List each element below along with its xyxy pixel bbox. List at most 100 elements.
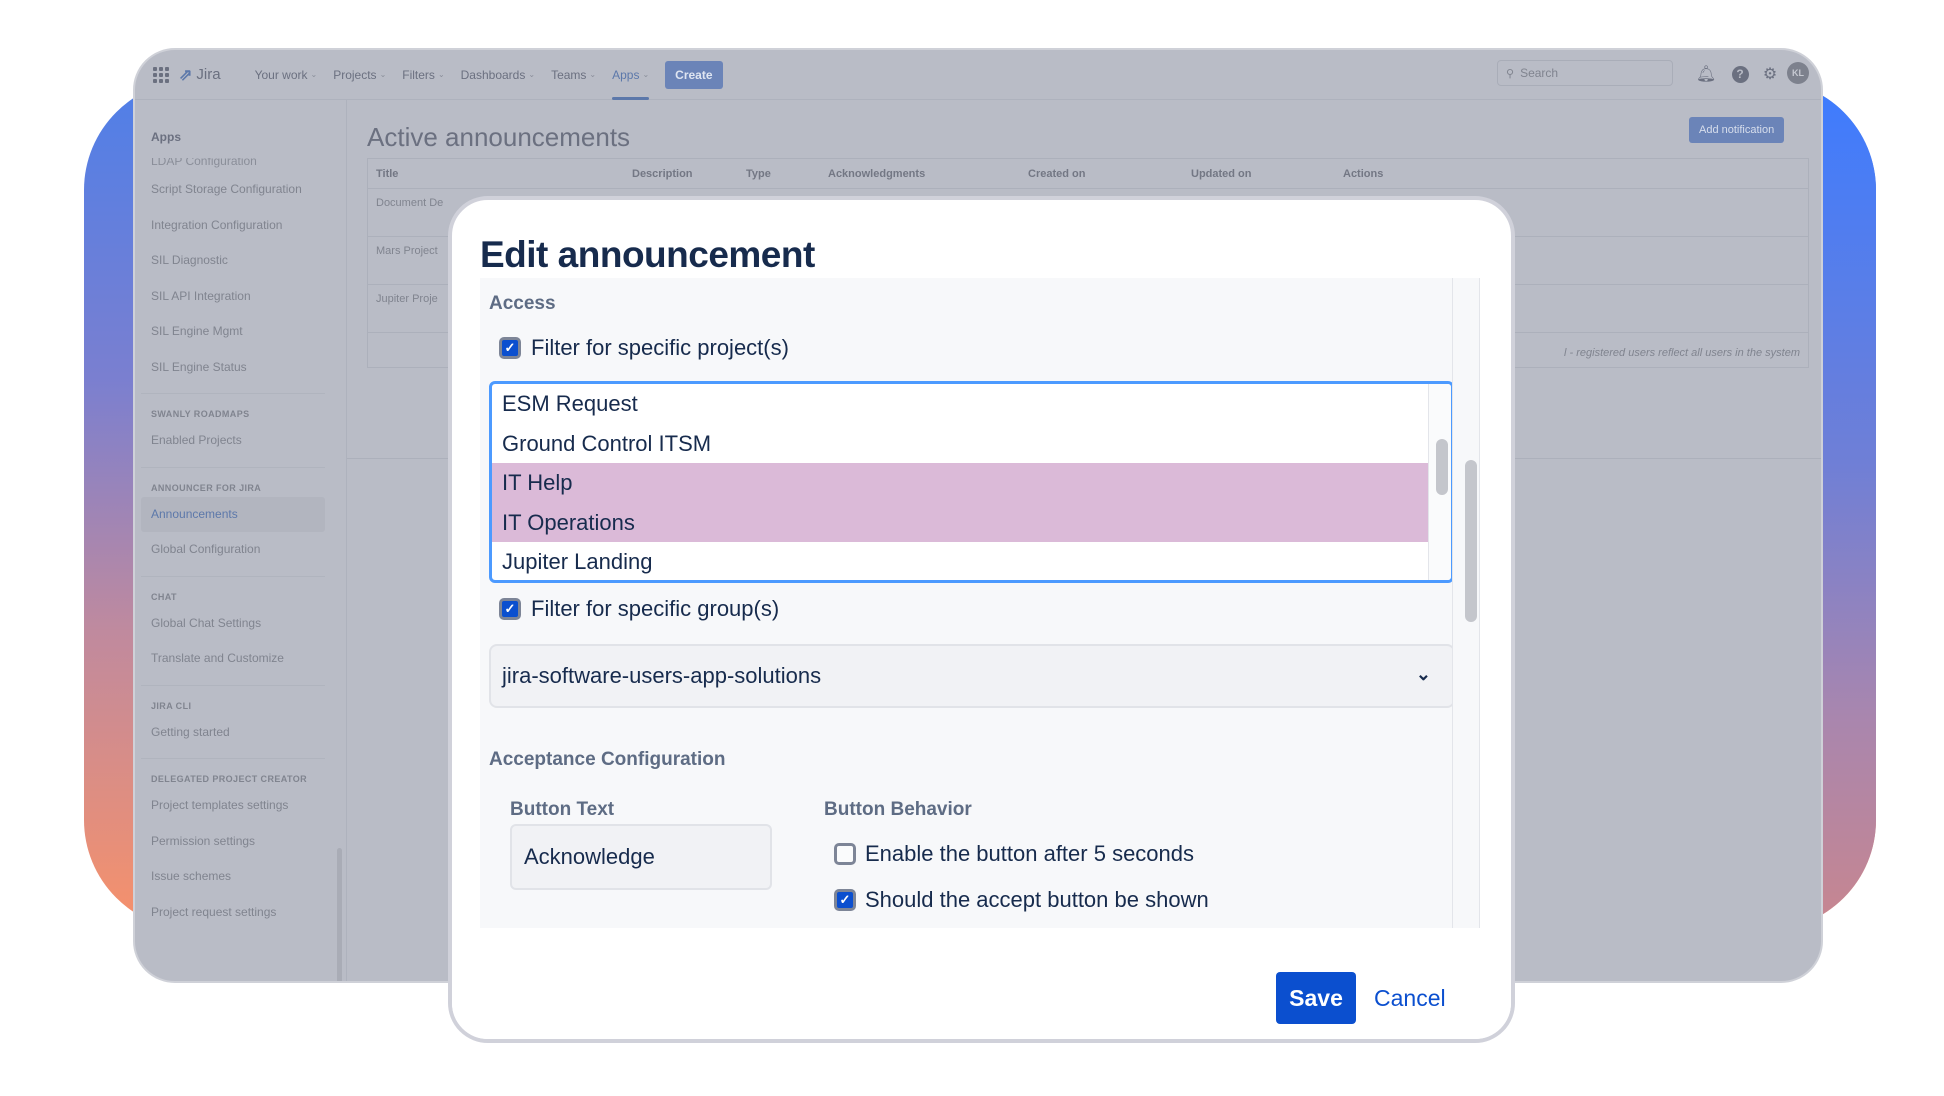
- sidebar-title: Apps: [151, 130, 181, 144]
- add-notification-button[interactable]: Add notification: [1689, 117, 1785, 143]
- help-icon[interactable]: ?: [1729, 63, 1751, 85]
- row-title: Document De: [376, 197, 444, 209]
- sidebar-item-sil-engine-status[interactable]: SIL Engine Status: [135, 350, 331, 386]
- dialog-body: Access ✓ Filter for specific project(s) …: [480, 278, 1480, 928]
- sidebar-heading-swanly: SWANLY ROADMAPS: [141, 393, 325, 423]
- sidebar-heading-jira-cli: JIRA CLI: [141, 684, 325, 715]
- sidebar-item-enabled-projects[interactable]: Enabled Projects: [135, 423, 331, 459]
- app-switcher-icon[interactable]: [153, 66, 169, 83]
- row-title: Mars Project: [376, 245, 438, 257]
- filter-groups-checkbox[interactable]: ✓: [499, 598, 521, 620]
- nav-teams[interactable]: Teams ⌄: [551, 50, 596, 100]
- projects-list: ESM Request Ground Control ITSM IT Help IT …: [492, 384, 1428, 580]
- create-button[interactable]: Create: [665, 60, 723, 89]
- nav-label: Teams: [551, 67, 587, 82]
- sidebar-item-translate[interactable]: Translate and Customize: [135, 641, 331, 677]
- sidebar-item-project-request[interactable]: Project request settings: [135, 895, 331, 931]
- sidebar-scrollbar[interactable]: [337, 848, 342, 981]
- nav-filters[interactable]: Filters ⌄: [402, 50, 444, 100]
- sidebar-item-project-templates[interactable]: Project templates settings: [135, 788, 331, 824]
- top-navigation: ⇗ Jira Your work ⌄ Projects ⌄ Filters ⌄ Das…: [135, 50, 1821, 100]
- enable-after-label: Enable the button after 5 seconds: [865, 841, 1195, 866]
- dialog-scrollbar[interactable]: [1465, 460, 1477, 622]
- column-description: Description: [632, 168, 693, 180]
- sidebar-item-script-storage[interactable]: Script Storage Configuration: [135, 172, 331, 208]
- chevron-down-icon: ⌄: [528, 70, 536, 79]
- sidebar-item-permission-settings[interactable]: Permission settings: [135, 824, 331, 860]
- button-text-label: Button Text: [510, 799, 615, 820]
- chevron-down-icon: ⌄: [589, 70, 597, 79]
- projects-listbox[interactable]: ESM Request Ground Control ITSM IT Help IT …: [489, 381, 1454, 583]
- chevron-down-icon: ⌄: [379, 70, 387, 79]
- notifications-icon[interactable]: 🔔︎: [1695, 63, 1717, 85]
- sidebar-item-ldap[interactable]: LDAP Configuration: [135, 158, 331, 172]
- table-footnote: l - registered users reflect all users i…: [1564, 347, 1800, 359]
- row-title: Jupiter Proje: [376, 293, 438, 305]
- sidebar-item-sil-engine-mgmt[interactable]: SIL Engine Mgmt: [135, 314, 331, 350]
- filter-projects-label: Filter for specific project(s): [531, 335, 789, 360]
- search-icon: ⚲: [1506, 67, 1515, 80]
- cancel-button[interactable]: Cancel: [1374, 978, 1446, 1018]
- nav-dashboards[interactable]: Dashboards ⌄: [461, 50, 535, 100]
- project-option[interactable]: Jupiter Landing: [492, 542, 1428, 580]
- sidebar-item-global-config[interactable]: Global Configuration: [135, 532, 331, 568]
- table-header: Title Description Type Acknowledgments C…: [368, 159, 1808, 189]
- button-behavior-label: Button Behavior: [824, 799, 972, 820]
- chevron-down-icon: ⌄: [437, 70, 445, 79]
- listbox-scrollbar[interactable]: [1436, 439, 1448, 495]
- edit-announcement-dialog: Edit announcement Access ✓ Filter for sp…: [448, 196, 1515, 1043]
- column-title: Title: [376, 168, 399, 180]
- product-name: Jira: [196, 66, 221, 83]
- project-option[interactable]: ESM Request: [492, 384, 1428, 424]
- group-select-value: jira-software-users-app-solutions: [502, 663, 822, 688]
- column-actions: Actions: [1343, 168, 1384, 180]
- show-accept-checkbox[interactable]: ✓: [834, 889, 856, 911]
- nav-label: Projects: [333, 67, 377, 82]
- column-updated-on: Updated on: [1191, 168, 1252, 180]
- save-button[interactable]: Save: [1276, 972, 1356, 1024]
- page-title: Active announcements: [367, 122, 631, 152]
- show-accept-label: Should the accept button be shown: [865, 887, 1209, 912]
- nav-projects[interactable]: Projects ⌄: [333, 50, 386, 100]
- project-option[interactable]: IT Operations: [492, 502, 1428, 542]
- group-select[interactable]: jira-software-users-app-solutions ⌄: [489, 644, 1455, 708]
- settings-icon[interactable]: ⚙: [1759, 63, 1781, 85]
- sidebar-list: LDAP Configuration Script Storage Config…: [135, 158, 331, 930]
- sidebar-item-announcements[interactable]: Announcements: [141, 496, 325, 532]
- search-input[interactable]: ⚲ Search: [1497, 60, 1673, 86]
- nav-label: Dashboards: [460, 67, 526, 82]
- project-option[interactable]: Ground Control ITSM: [492, 424, 1428, 464]
- filter-groups-label: Filter for specific group(s): [531, 596, 780, 621]
- sidebar-item-sil-api[interactable]: SIL API Integration: [135, 279, 331, 315]
- filter-projects-checkbox[interactable]: ✓: [499, 337, 521, 359]
- acceptance-config-label: Acceptance Configuration: [489, 749, 726, 770]
- enable-after-checkbox[interactable]: [834, 843, 856, 865]
- sidebar-item-global-chat[interactable]: Global Chat Settings: [135, 606, 331, 642]
- nav-apps[interactable]: Apps ⌄: [612, 50, 650, 100]
- jira-logo-icon: ⇗: [179, 66, 193, 84]
- nav-your-work[interactable]: Your work ⌄: [255, 50, 318, 100]
- nav-label: Apps: [612, 67, 640, 82]
- sidebar-heading-delegated: DELEGATED PROJECT CREATOR: [141, 758, 325, 788]
- chevron-down-icon: ⌄: [642, 70, 650, 79]
- sidebar-item-sil-diagnostic[interactable]: SIL Diagnostic: [135, 243, 331, 279]
- chevron-down-icon: ⌄: [310, 70, 318, 79]
- chevron-down-icon: ⌄: [1415, 664, 1431, 684]
- column-type: Type: [746, 168, 771, 180]
- sidebar-item-integration-config[interactable]: Integration Configuration: [135, 208, 331, 244]
- project-option[interactable]: IT Help: [492, 463, 1428, 503]
- sidebar-heading-announcer: ANNOUNCER FOR JIRA: [141, 466, 325, 497]
- access-label: Access: [489, 293, 556, 314]
- column-created-on: Created on: [1028, 168, 1086, 180]
- sidebar-heading-chat: CHAT: [141, 575, 325, 606]
- jira-logo[interactable]: ⇗ Jira: [179, 65, 221, 85]
- search-placeholder: Search: [1520, 66, 1559, 80]
- sidebar-item-issue-schemes[interactable]: Issue schemes: [135, 859, 331, 895]
- sidebar-item-getting-started[interactable]: Getting started: [135, 715, 331, 751]
- avatar[interactable]: KL: [1787, 62, 1809, 84]
- nav-label: Your work: [254, 67, 308, 82]
- button-text-input[interactable]: Acknowledge: [510, 824, 772, 890]
- column-acknowledgments: Acknowledgments: [828, 168, 926, 180]
- dialog-title: Edit announcement: [480, 234, 815, 275]
- sidebar: Apps LDAP Configuration Script Storage C…: [135, 100, 347, 981]
